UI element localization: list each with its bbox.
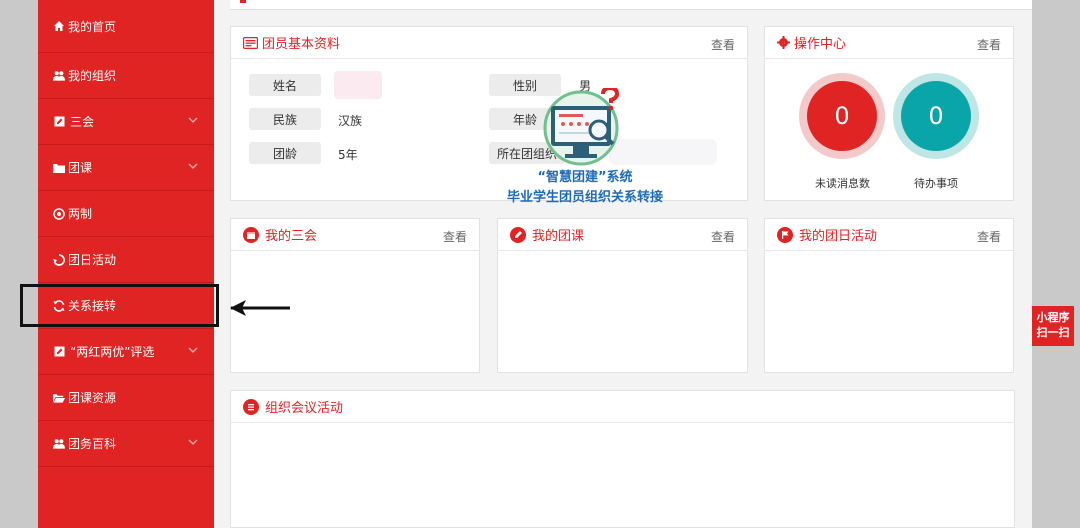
panel-title: 操作中心: [794, 37, 847, 52]
sidebar-item-liang-hong-liang-you[interactable]: “两红两优”评选: [38, 329, 214, 375]
users-icon: [53, 438, 65, 450]
tuanri-panel: 我的团日活动 查看: [764, 218, 1014, 373]
view-more-link[interactable]: 查看: [977, 36, 1001, 53]
sidebar-item-tuanri[interactable]: 团日活动: [38, 237, 214, 283]
panel-title: 我的团课: [532, 229, 585, 244]
panel-header: 组织会议活动: [231, 391, 1014, 423]
ethnicity-value: 汉族: [338, 114, 363, 128]
panel-title: 团员基本资料: [262, 37, 341, 52]
highlight-box: [20, 284, 219, 327]
recycle-icon: [53, 253, 65, 266]
panel-header: 操作中心 查看: [765, 27, 1013, 59]
monitor-illustration: [543, 85, 625, 166]
sidebar-item-my-org[interactable]: 我的组织: [38, 53, 214, 99]
id-card-icon: [243, 36, 258, 49]
chevron-down-icon[interactable]: [188, 345, 198, 355]
flag-icon: [777, 226, 793, 243]
users-icon: [53, 70, 65, 82]
league-age-value: 5年: [338, 148, 358, 162]
calendar-icon: [243, 226, 259, 243]
sidebar-item-label: 团日活动: [68, 253, 117, 267]
tuanke-panel: 我的团课 查看: [497, 218, 748, 373]
gear-icon: [777, 36, 790, 49]
sidebar-item-label: 我的组织: [68, 69, 117, 83]
edit-icon: [53, 116, 65, 128]
list-icon: [243, 398, 259, 415]
sidebar-item-tuanke-resources[interactable]: 团课资源: [38, 375, 214, 421]
panel-header: 我的团课 查看: [498, 219, 747, 251]
view-more-link[interactable]: 查看: [711, 36, 735, 53]
unread-label: 未读消息数: [815, 177, 870, 190]
ethnicity-label: 民族: [249, 108, 321, 130]
view-more-link[interactable]: 查看: [443, 228, 467, 245]
name-value-blurred: [334, 71, 382, 99]
top-bar: [230, 0, 1032, 10]
operations-panel: 操作中心 查看 0 0 未读消息数 待办事项: [764, 26, 1014, 201]
sidebar-item-label: 两制: [68, 207, 93, 221]
panel-header: 我的团日活动 查看: [765, 219, 1013, 251]
panel-title: 组织会议活动: [265, 401, 344, 416]
chevron-down-icon[interactable]: [188, 437, 198, 447]
name-label: 姓名: [249, 74, 321, 96]
sidebar-item-label: “两红两优”评选: [70, 345, 155, 359]
view-more-link[interactable]: 查看: [977, 228, 1001, 245]
org-value-blurred: [609, 139, 717, 165]
panel-header: 团员基本资料 查看: [231, 27, 747, 59]
target-icon: [53, 207, 65, 220]
unread-messages-badge[interactable]: 0: [799, 73, 885, 159]
sidebar-item-label: 我的首页: [68, 19, 117, 34]
sidebar-item-liangzhi[interactable]: 两制: [38, 191, 214, 237]
mini-program-badge[interactable]: 小程序 扫一扫: [1032, 306, 1074, 346]
view-more-link[interactable]: 查看: [711, 228, 735, 245]
todo-count: 0: [901, 81, 971, 151]
sidebar-item-label: 团课: [68, 161, 93, 175]
sidebar-item-label: 团课资源: [68, 391, 117, 405]
mini-program-line1: 小程序: [1036, 311, 1070, 324]
folder-icon: [53, 162, 65, 174]
chevron-down-icon[interactable]: [188, 115, 198, 125]
sanhui-panel: 我的三会 查看: [230, 218, 480, 373]
meeting-panel: 组织会议活动: [230, 390, 1015, 528]
panel-title: 我的团日活动: [799, 229, 878, 244]
pen-icon: [510, 226, 526, 243]
league-age-label: 团龄: [249, 142, 321, 164]
todo-label: 待办事项: [914, 177, 958, 190]
edit-icon: [53, 346, 65, 358]
panel-header: 我的三会 查看: [231, 219, 479, 251]
sidebar-nav: 我的首页 我的组织 三会 团课 两制 团日活动 关系接转 “两红两优”评选 团课…: [38, 0, 214, 528]
todo-items-badge[interactable]: 0: [893, 73, 979, 159]
sidebar-item-sanhui[interactable]: 三会: [38, 99, 214, 145]
unread-count: 0: [807, 81, 877, 151]
folder-open-icon: [53, 392, 65, 404]
home-icon: [53, 20, 65, 32]
sidebar-item-tuanke[interactable]: 团课: [38, 145, 214, 191]
panel-title: 我的三会: [265, 229, 318, 244]
sidebar-item-home[interactable]: 我的首页: [38, 0, 214, 53]
top-bar-indicator: [240, 0, 246, 3]
mini-program-line2: 扫一扫: [1036, 326, 1070, 339]
sidebar-item-label: 团务百科: [68, 437, 117, 451]
overlay-title-line1: “智慧团建”系统: [537, 170, 633, 185]
arrow-left-icon: [230, 300, 290, 316]
overlay-title-line2: 毕业学生团员组织关系转接: [506, 190, 663, 205]
sidebar-item-tuanwu-wiki[interactable]: 团务百科: [38, 421, 214, 467]
chevron-down-icon[interactable]: [188, 161, 198, 171]
sidebar-item-label: 三会: [70, 115, 95, 129]
